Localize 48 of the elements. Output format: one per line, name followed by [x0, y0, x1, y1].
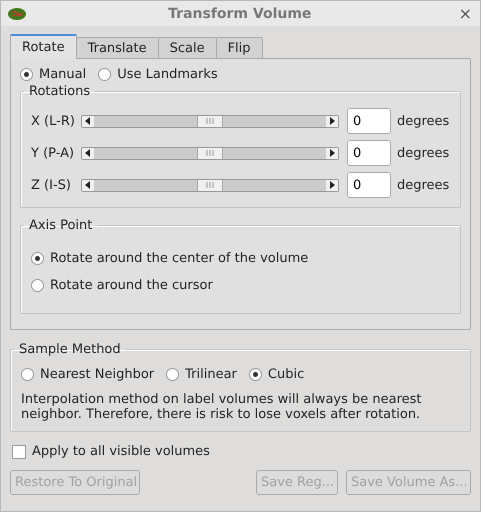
- radio-icon[interactable]: [31, 252, 44, 265]
- tab[interactable]: Translate: [76, 37, 159, 58]
- radio-option[interactable]: Trilinear: [166, 367, 237, 382]
- unit-label: degrees: [397, 114, 450, 128]
- radio-icon[interactable]: [21, 368, 34, 381]
- checkbox-option[interactable]: Apply to all visible volumes: [12, 444, 471, 459]
- tab[interactable]: Rotate: [10, 34, 77, 59]
- window-title: Transform Volume: [167, 6, 312, 22]
- slider[interactable]: [81, 146, 339, 160]
- radio-option[interactable]: Rotate around the cursor: [31, 278, 450, 293]
- tab[interactable]: Flip: [216, 37, 263, 58]
- axis-label: X (L-R): [31, 114, 76, 128]
- unit-label: degrees: [397, 146, 450, 160]
- slider-thumb[interactable]: [197, 180, 223, 190]
- degree-input[interactable]: 0: [347, 140, 391, 166]
- group-title: Rotations: [28, 84, 92, 99]
- checkbox[interactable]: [12, 444, 26, 458]
- radio-icon[interactable]: [248, 368, 262, 381]
- radio-icon[interactable]: [98, 68, 112, 81]
- slider[interactable]: [81, 114, 339, 128]
- slider-thumb[interactable]: [197, 148, 223, 158]
- radio-option[interactable]: Cubic: [248, 367, 304, 382]
- slider-thumb[interactable]: [197, 116, 223, 126]
- slider[interactable]: [81, 178, 339, 192]
- radio-option[interactable]: Manual: [20, 67, 86, 82]
- group-title: Axis Point: [28, 218, 94, 233]
- brain-icon: [7, 6, 27, 20]
- radio-label: Rotate around the center of the volume: [50, 251, 308, 266]
- tab[interactable]: Scale: [158, 37, 217, 58]
- degree-input[interactable]: 0: [347, 172, 391, 198]
- close-button[interactable]: ×: [458, 4, 472, 23]
- radio-label: Use Landmarks: [117, 67, 218, 82]
- radio-icon[interactable]: [31, 279, 44, 292]
- checkbox-label: Apply to all visible volumes: [32, 444, 210, 459]
- group-title: Sample Method: [18, 342, 122, 357]
- degree-input[interactable]: 0: [347, 108, 391, 134]
- radio-icon[interactable]: [166, 368, 180, 381]
- unit-label: degrees: [397, 178, 450, 192]
- radio-option[interactable]: Use Landmarks: [98, 67, 218, 82]
- axis-label: Z (I-S): [31, 178, 72, 192]
- note-text: Interpolation method on label volumes will always be nearest neighbor. Therefore, there is risk to lose voxels after rotation.: [21, 392, 423, 422]
- radio-label: Cubic: [268, 367, 304, 382]
- axis-label: Y (P-A): [31, 146, 76, 160]
- radio-option[interactable]: Rotate around the center of the volume: [31, 251, 450, 266]
- radio-label: Trilinear: [185, 367, 237, 382]
- radio-icon[interactable]: [20, 68, 33, 81]
- radio-label: Manual: [39, 67, 86, 82]
- radio-label: Rotate around the cursor: [50, 278, 213, 293]
